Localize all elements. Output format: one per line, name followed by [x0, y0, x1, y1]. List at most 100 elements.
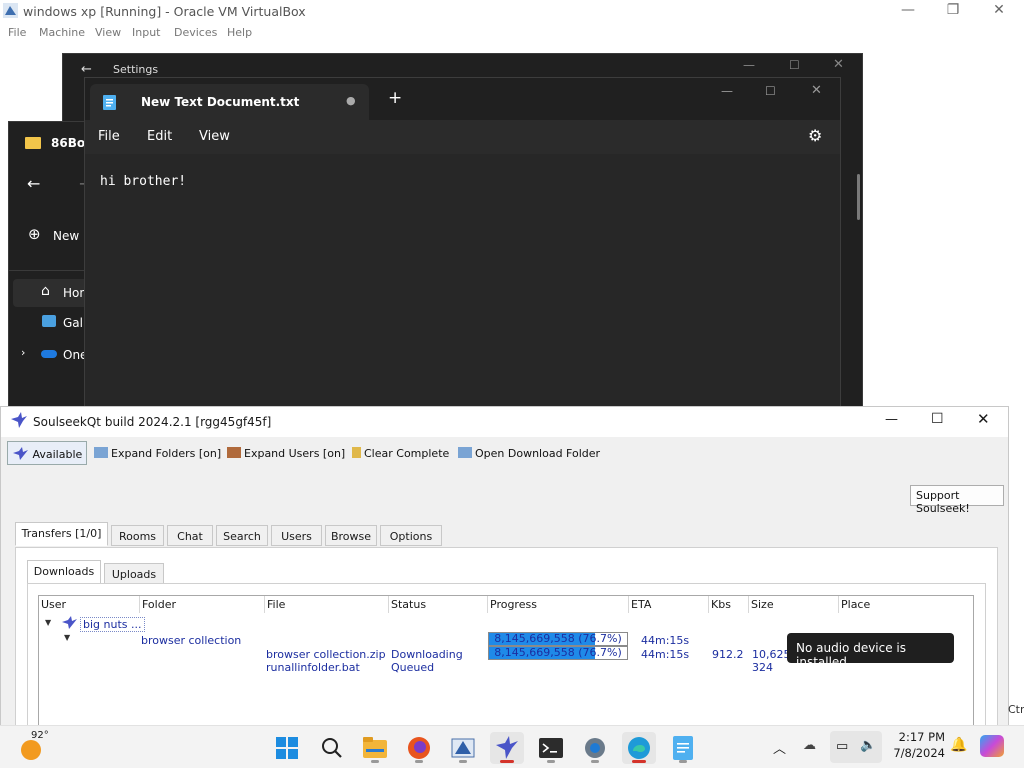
notepad-tab[interactable]: New Text Document.txt ● — [90, 84, 369, 120]
notepad-window[interactable]: New Text Document.txt ● + — ☐ ✕ File Edi… — [84, 77, 841, 418]
firefox-button[interactable] — [402, 732, 436, 764]
collapse-arrow-icon[interactable]: ▼ — [45, 618, 51, 627]
col-size[interactable]: Size — [749, 596, 839, 613]
notepad-close-button[interactable]: ✕ — [811, 83, 822, 98]
edge-icon — [628, 737, 650, 759]
back-icon[interactable]: ← — [81, 62, 92, 77]
open-download-folder-label: Open Download Folder — [475, 447, 601, 460]
onedrive-icon — [41, 350, 57, 358]
gallery-icon — [42, 315, 56, 327]
status-button[interactable]: Available — [7, 441, 87, 465]
menu-input[interactable]: Input — [132, 26, 160, 39]
user-name[interactable]: big nuts ... — [80, 617, 145, 632]
col-progress[interactable]: Progress — [488, 596, 629, 613]
explorer-back-icon[interactable]: ← — [27, 174, 40, 193]
notepad-tab-title: New Text Document.txt — [141, 95, 300, 109]
soulseek-button[interactable] — [490, 732, 524, 764]
tab-transfers[interactable]: Transfers [1/0] — [15, 522, 108, 546]
minimize-button[interactable]: — — [898, 2, 918, 18]
start-button[interactable] — [270, 732, 304, 764]
main-tabs: Transfers [1/0] Rooms Chat Search Users … — [15, 522, 998, 547]
chevron-up-icon[interactable]: ︿ — [773, 738, 786, 757]
soulseek-icon — [496, 736, 518, 759]
col-place[interactable]: Place — [839, 596, 973, 613]
new-plus-icon[interactable]: ⊕ — [28, 225, 41, 243]
menu-help[interactable]: Help — [227, 26, 252, 39]
col-folder[interactable]: Folder — [140, 596, 265, 613]
edge-button[interactable] — [622, 732, 656, 764]
restore-button[interactable]: ❐ — [943, 2, 963, 18]
file-name[interactable]: browser collection.zip — [266, 648, 386, 661]
col-kbs[interactable]: Kbs — [709, 596, 749, 613]
collapse-arrow-icon[interactable]: ▼ — [64, 633, 70, 642]
new-tab-plus-icon[interactable]: + — [388, 88, 402, 108]
col-user[interactable]: User — [39, 596, 140, 613]
virtualbox-button[interactable] — [446, 732, 480, 764]
slsk-maximize-button[interactable]: ☐ — [931, 411, 944, 427]
notepad-minimize-button[interactable]: — — [721, 84, 733, 98]
tab-uploads[interactable]: Uploads — [104, 563, 164, 584]
col-status[interactable]: Status — [389, 596, 488, 613]
file-progress-bar: 8,145,669,558 (76.7%) — [488, 646, 628, 660]
new-button[interactable]: New — [53, 229, 79, 243]
search-button[interactable] — [315, 732, 349, 764]
menu-machine[interactable]: Machine — [39, 26, 85, 39]
clear-complete-button[interactable]: Clear Complete — [352, 442, 449, 466]
file-explorer-button[interactable] — [358, 732, 392, 764]
terminal-button[interactable] — [534, 732, 568, 764]
expand-chevron-icon[interactable]: › — [21, 346, 25, 359]
notepad-menu-view[interactable]: View — [199, 129, 230, 144]
tab-chat[interactable]: Chat — [167, 525, 213, 546]
file-name[interactable]: runallinfolder.bat — [266, 661, 360, 674]
vbox-titlebar: windows xp [Running] - Oracle VM Virtual… — [0, 0, 1024, 23]
weather-widget[interactable]: 92° — [18, 730, 58, 764]
expand-folders-button[interactable]: Expand Folders [on] — [94, 442, 221, 466]
support-soulseek-button[interactable]: Support Soulseek! — [910, 485, 1004, 515]
close-button[interactable]: ✕ — [989, 2, 1009, 18]
notification-bell-icon[interactable]: 🔔 — [950, 737, 967, 753]
copilot-icon[interactable] — [980, 735, 1004, 757]
menu-file[interactable]: File — [8, 26, 26, 39]
system-tray-group[interactable]: ▭ 🔈 — [830, 731, 882, 763]
folder-progress-bar: 8,145,669,558 (76.7%) — [488, 632, 628, 646]
onedrive-offline-icon[interactable]: ☁ — [803, 738, 816, 753]
volume-muted-icon: 🔈 — [860, 738, 877, 753]
notepad-menu-edit[interactable]: Edit — [147, 129, 172, 144]
soulseek-bird-icon — [62, 616, 77, 629]
notepad-maximize-button[interactable]: ☐ — [765, 84, 776, 98]
settings-button[interactable] — [578, 732, 612, 764]
menu-view[interactable]: View — [95, 26, 121, 39]
tab-downloads[interactable]: Downloads — [27, 560, 101, 584]
settings-maximize-button[interactable]: ☐ — [789, 58, 800, 72]
tab-search[interactable]: Search — [216, 525, 268, 546]
slsk-minimize-button[interactable]: — — [885, 412, 898, 427]
notepad-content[interactable]: hi brother! — [100, 174, 186, 189]
settings-minimize-button[interactable]: — — [743, 58, 755, 72]
tab-options[interactable]: Options — [380, 525, 442, 546]
col-eta[interactable]: ETA — [629, 596, 709, 613]
col-file[interactable]: File — [265, 596, 389, 613]
running-indicator — [415, 760, 423, 763]
unsaved-dot-icon[interactable]: ● — [346, 94, 356, 107]
clock-date[interactable]: 7/8/2024 — [887, 746, 945, 760]
expand-users-button[interactable]: Expand Users [on] — [227, 442, 345, 466]
nav-gallery-label[interactable]: Gall — [63, 316, 86, 330]
scrollbar-thumb[interactable] — [857, 174, 860, 220]
notepad-menu-file[interactable]: File — [98, 129, 120, 144]
menu-devices[interactable]: Devices — [174, 26, 217, 39]
tab-rooms[interactable]: Rooms — [111, 525, 164, 546]
notepad-editor[interactable]: hi brother! — [85, 154, 840, 418]
folder-name[interactable]: browser collection — [141, 634, 241, 647]
file-eta: 44m:15s — [641, 648, 690, 661]
tab-users[interactable]: Users — [271, 525, 322, 546]
clock-time[interactable]: 2:17 PM — [893, 730, 945, 744]
tab-browse[interactable]: Browse — [325, 525, 377, 546]
open-download-folder-button[interactable]: Open Download Folder — [458, 442, 600, 466]
notepad-button[interactable] — [666, 732, 700, 764]
slsk-close-button[interactable]: ✕ — [977, 410, 990, 428]
settings-close-button[interactable]: ✕ — [833, 57, 844, 72]
soulseek-window[interactable]: SoulseekQt build 2024.2.1 [rgg45gf45f] —… — [0, 406, 1009, 725]
gear-icon[interactable]: ⚙ — [808, 126, 822, 145]
active-indicator — [632, 760, 646, 763]
file-status: Queued — [391, 661, 435, 674]
